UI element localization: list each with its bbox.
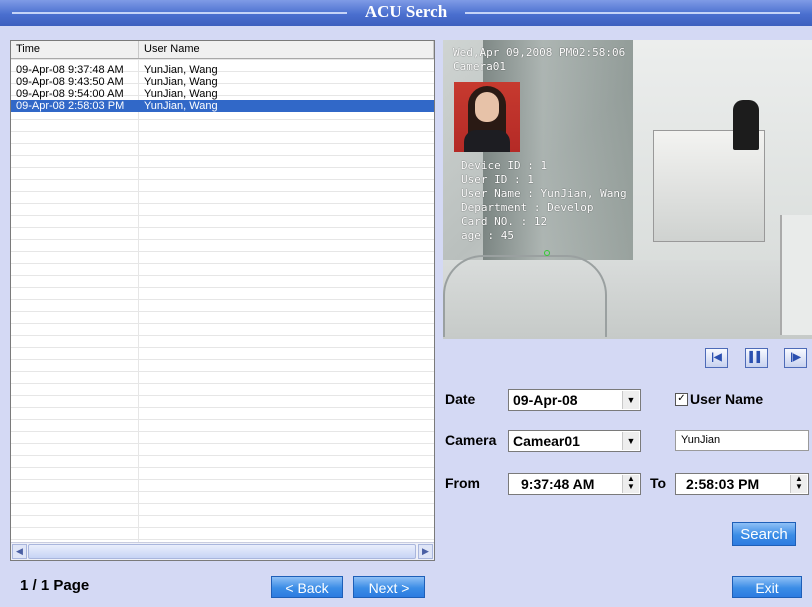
row-user-name: YunJian, Wang (144, 76, 218, 88)
to-time-value: 2:58:03 PM (686, 476, 760, 492)
to-time-picker[interactable]: 2:58:03 PM ▲ ▼ (675, 473, 809, 495)
results-list[interactable]: Time User Name 09-Apr-08 9:37:48 AM YunJ… (10, 40, 435, 561)
camera-select[interactable]: Camear01 ▼ (508, 430, 641, 452)
spinner-icon[interactable]: ▲ ▼ (790, 475, 807, 493)
scene-person (733, 100, 759, 150)
date-value: 09-Apr-08 (513, 392, 578, 408)
osd-card-no: Card NO. : 12 (461, 215, 548, 228)
step-forward-icon[interactable]: |▶ (784, 348, 807, 368)
pause-icon[interactable]: ▌▌ (745, 348, 768, 368)
list-row[interactable]: 09-Apr-08 9:43:50 AM YunJian, Wang (11, 76, 434, 88)
osd-device-id: Device ID : 1 (461, 159, 548, 172)
user-photo (454, 82, 520, 152)
user-name-checkbox[interactable]: ✓ (675, 393, 688, 406)
row-time: 09-Apr-08 9:54:00 AM (16, 88, 124, 100)
camera-label: Camera (445, 432, 497, 448)
osd-camera: Camera01 (453, 60, 506, 73)
row-user-name: YunJian, Wang (144, 64, 218, 76)
exit-button[interactable]: Exit (732, 576, 802, 598)
user-name-check-label: User Name (690, 391, 764, 407)
osd-age: age : 45 (461, 229, 514, 242)
camera-value: Camear01 (513, 433, 580, 449)
camera-snapshot: Wed,Apr 09,2008 PM02:58:06 Camera01 Devi… (443, 40, 812, 339)
next-button[interactable]: Next > (353, 576, 425, 598)
scroll-thumb[interactable] (28, 544, 416, 559)
osd-timestamp: Wed,Apr 09,2008 PM02:58:06 (453, 46, 626, 59)
title-bar: ACU Serch (0, 0, 812, 26)
list-header: Time User Name (11, 41, 434, 59)
column-header-time[interactable]: Time (11, 41, 139, 58)
column-divider (138, 59, 139, 547)
scroll-right-icon[interactable]: ▶ (418, 544, 433, 559)
marker-icon (544, 250, 550, 256)
back-button[interactable]: < Back (271, 576, 343, 598)
chevron-down-icon[interactable]: ▼ (622, 391, 639, 409)
row-time: 09-Apr-08 9:43:50 AM (16, 76, 124, 88)
list-row-selected[interactable]: 09-Apr-08 2:58:03 PM YunJian, Wang (11, 100, 434, 112)
page-indicator: 1 / 1 Page (20, 577, 90, 594)
row-user-name: YunJian, Wang (144, 88, 218, 100)
from-time-picker[interactable]: 9:37:48 AM ▲ ▼ (508, 473, 641, 495)
osd-user-name: User Name : YunJian, Wang (461, 187, 627, 200)
skip-to-start-icon[interactable]: |◀ (705, 348, 728, 368)
scene-side-panel (780, 215, 812, 335)
spinner-icon[interactable]: ▲ ▼ (622, 475, 639, 493)
from-label: From (445, 475, 480, 491)
date-label: Date (445, 391, 476, 407)
list-row[interactable]: 09-Apr-08 9:37:48 AM YunJian, Wang (11, 64, 434, 76)
title-decoration-right (465, 12, 800, 14)
row-time: 09-Apr-08 2:58:03 PM (16, 100, 125, 112)
chevron-down-icon[interactable]: ▼ (622, 432, 639, 450)
list-rows-area (11, 59, 434, 547)
scene-chairs (443, 255, 607, 337)
to-label: To (650, 475, 667, 491)
row-user-name: YunJian, Wang (144, 100, 218, 112)
osd-user-id: User ID : 1 (461, 173, 534, 186)
column-header-user-name[interactable]: User Name (139, 41, 434, 58)
search-button[interactable]: Search (732, 522, 796, 546)
user-name-input[interactable]: YunJian (675, 430, 809, 451)
row-time: 09-Apr-08 9:37:48 AM (16, 64, 124, 76)
date-picker[interactable]: 09-Apr-08 ▼ (508, 389, 641, 411)
from-time-value: 9:37:48 AM (521, 476, 595, 492)
horizontal-scrollbar[interactable]: ◀ ▶ (11, 542, 434, 560)
scroll-left-icon[interactable]: ◀ (12, 544, 27, 559)
list-row[interactable]: 09-Apr-08 9:54:00 AM YunJian, Wang (11, 88, 434, 100)
osd-department: Department : Develop (461, 201, 594, 214)
